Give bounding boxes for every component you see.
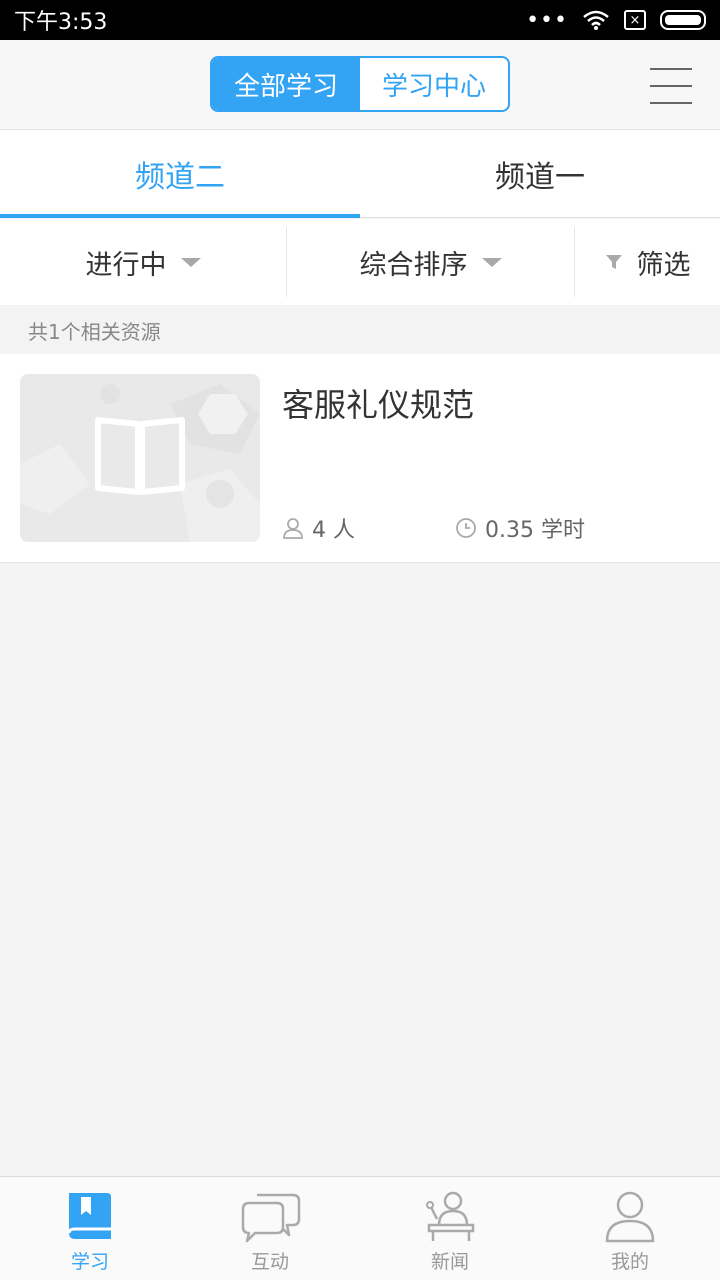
nav-news-label: 新闻 [430, 1251, 469, 1273]
nav-interaction[interactable]: 互动 [180, 1177, 360, 1280]
news-anchor-icon [426, 1191, 475, 1241]
top-header: 全部学习 学习中心 [0, 40, 720, 130]
wifi-icon [583, 10, 609, 30]
course-list-item[interactable]: 客服礼仪规范 4 人 0.35 学时 [0, 354, 720, 563]
nav-interaction-label: 互动 [250, 1251, 289, 1273]
course-title: 客服礼仪规范 [282, 386, 475, 424]
learner-count: 4 人 [282, 512, 355, 544]
status-bar: 下午3:53 ••• × [0, 0, 720, 40]
course-thumbnail [20, 374, 260, 542]
caret-down-icon [180, 257, 201, 267]
status-time: 下午3:53 [14, 10, 108, 35]
sort-label: 综合排序 [359, 249, 468, 281]
status-icons: ••• × [526, 8, 706, 33]
channel-tabs: 频道二 频道一 [0, 130, 720, 218]
tab-channel-one[interactable]: 频道一 [360, 130, 720, 217]
nav-study-label: 学习 [70, 1251, 109, 1273]
segment-all-study[interactable]: 全部学习 [212, 58, 360, 110]
filter-label: 筛选 [636, 249, 691, 281]
book-icon [67, 1193, 111, 1239]
battery-icon [660, 10, 706, 30]
chat-bubbles-icon [241, 1193, 301, 1243]
nav-news[interactable]: 新闻 [360, 1177, 540, 1280]
study-hours: 0.35 学时 [455, 512, 585, 544]
tab-channel-two[interactable]: 频道二 [0, 130, 360, 218]
segment-study-center[interactable]: 学习中心 [360, 58, 508, 110]
book-placeholder-icon [20, 374, 260, 542]
learner-count-text: 4 人 [312, 518, 355, 543]
sim-card-icon: × [624, 10, 646, 30]
study-scope-toggle: 全部学习 学习中心 [210, 56, 510, 112]
filter-button[interactable]: 筛选 [575, 227, 720, 297]
status-filter-label: 进行中 [85, 249, 167, 281]
nav-mine[interactable]: 我的 [540, 1177, 720, 1280]
filter-bar: 进行中 综合排序 筛选 [0, 219, 720, 305]
nav-study[interactable]: 学习 [0, 1177, 180, 1280]
status-filter-dropdown[interactable]: 进行中 [0, 227, 287, 297]
study-hours-text: 0.35 学时 [485, 518, 585, 543]
sort-dropdown[interactable]: 综合排序 [287, 227, 575, 297]
caret-down-icon [481, 257, 502, 267]
hamburger-icon[interactable] [650, 68, 692, 104]
more-dots-icon: ••• [526, 7, 568, 33]
profile-icon [605, 1191, 655, 1243]
person-icon [283, 518, 303, 539]
result-count: 共1个相关资源 [28, 320, 161, 344]
nav-mine-label: 我的 [610, 1251, 649, 1273]
bottom-navigation: 学习 互动 新闻 我的 [0, 1176, 720, 1280]
clock-icon [456, 518, 476, 538]
funnel-icon [605, 255, 622, 269]
